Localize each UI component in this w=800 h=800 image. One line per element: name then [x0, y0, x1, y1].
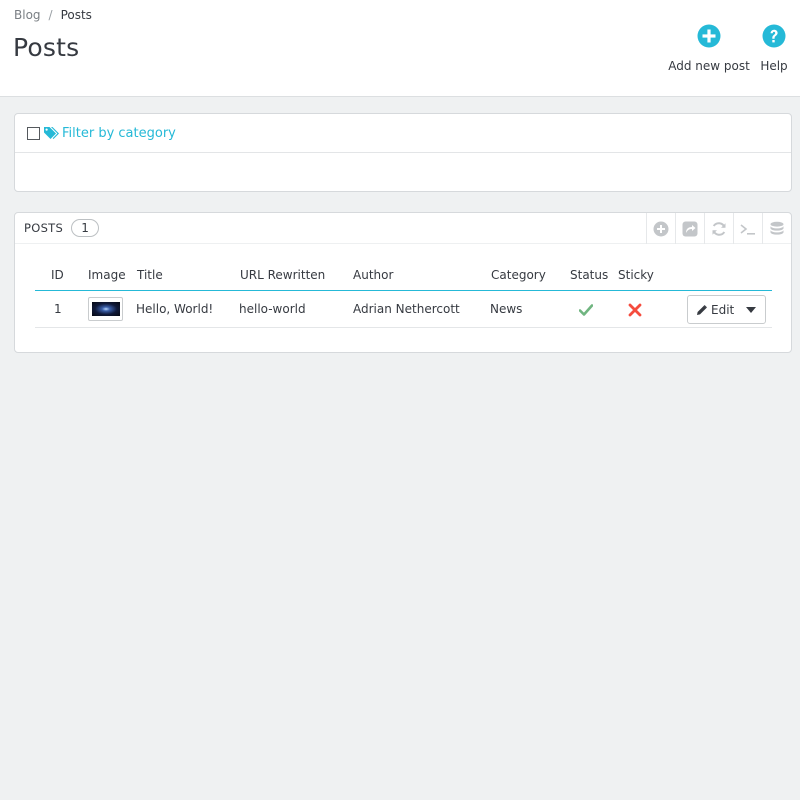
- cell-category: News: [490, 302, 523, 316]
- help-button[interactable]: Help: [760, 24, 788, 73]
- sticky-cross-icon[interactable]: [628, 303, 642, 317]
- post-thumbnail-image: [91, 302, 120, 316]
- export-action-button[interactable]: [675, 213, 704, 244]
- filter-by-category-link[interactable]: Filter by category: [62, 126, 176, 141]
- list-count-badge: 1: [71, 219, 100, 237]
- edit-label: Edit: [711, 302, 735, 317]
- question-circle-icon: [762, 24, 786, 48]
- column-header-url-rewritten[interactable]: URL Rewritten: [240, 268, 325, 282]
- column-header-status[interactable]: Status: [570, 268, 608, 282]
- cell-title: Hello, World!: [136, 302, 214, 316]
- posts-list-panel: POSTS 1 ID Image Title URL Rewritten Aut…: [14, 212, 792, 353]
- sql-query-action-button[interactable]: [733, 213, 762, 244]
- table-row[interactable]: 1 Hello, World! hello-world Adrian Nethe…: [35, 291, 772, 328]
- add-new-post-label: Add new post: [668, 59, 750, 73]
- page-header: Blog / Posts Posts Add new post Help: [0, 0, 800, 97]
- plus-circle-icon: [697, 24, 721, 48]
- edit-button[interactable]: Edit: [688, 296, 737, 323]
- filter-checkbox[interactable]: [27, 126, 40, 140]
- add-new-post-button[interactable]: Add new post: [668, 24, 750, 73]
- column-header-author[interactable]: Author: [353, 268, 393, 282]
- cell-url-rewritten: hello-world: [239, 302, 306, 316]
- refresh-icon: [712, 221, 726, 236]
- column-header-id[interactable]: ID: [51, 268, 64, 282]
- cell-id: 1: [54, 302, 62, 316]
- database-action-button[interactable]: [762, 213, 791, 244]
- list-title: POSTS: [24, 221, 64, 235]
- status-check-icon[interactable]: [579, 303, 593, 317]
- breadcrumb-blog-link[interactable]: Blog: [14, 8, 41, 22]
- breadcrumb: Blog / Posts: [14, 8, 92, 22]
- row-actions-dropdown-toggle[interactable]: [737, 296, 765, 323]
- filter-panel: Filter by category: [14, 113, 792, 192]
- post-thumbnail: [88, 297, 123, 321]
- sql-terminal-icon: [740, 223, 755, 235]
- column-header-title[interactable]: Title: [137, 268, 163, 282]
- table-header-row: ID Image Title URL Rewritten Author Cate…: [35, 260, 772, 291]
- pencil-icon: [697, 304, 707, 315]
- add-action-button[interactable]: [646, 213, 675, 244]
- cell-author: Adrian Nethercott: [353, 302, 460, 316]
- add-circle-icon: [653, 221, 669, 236]
- list-header: POSTS 1: [15, 213, 791, 244]
- caret-down-icon: [745, 306, 756, 313]
- refresh-action-button[interactable]: [704, 213, 733, 244]
- tags-icon: [44, 127, 59, 139]
- breadcrumb-current: Posts: [60, 8, 92, 22]
- list-actions: [646, 213, 791, 244]
- column-header-sticky[interactable]: Sticky: [618, 268, 654, 282]
- column-header-category[interactable]: Category: [491, 268, 546, 282]
- breadcrumb-separator: /: [48, 8, 53, 22]
- filter-header: Filter by category: [15, 114, 791, 153]
- posts-table: ID Image Title URL Rewritten Author Cate…: [35, 260, 772, 328]
- row-actions-group: Edit: [687, 295, 766, 324]
- page-title: Posts: [13, 33, 80, 62]
- export-icon: [682, 221, 698, 236]
- help-label: Help: [760, 59, 788, 73]
- database-icon: [770, 221, 784, 235]
- column-header-image: Image: [88, 268, 126, 282]
